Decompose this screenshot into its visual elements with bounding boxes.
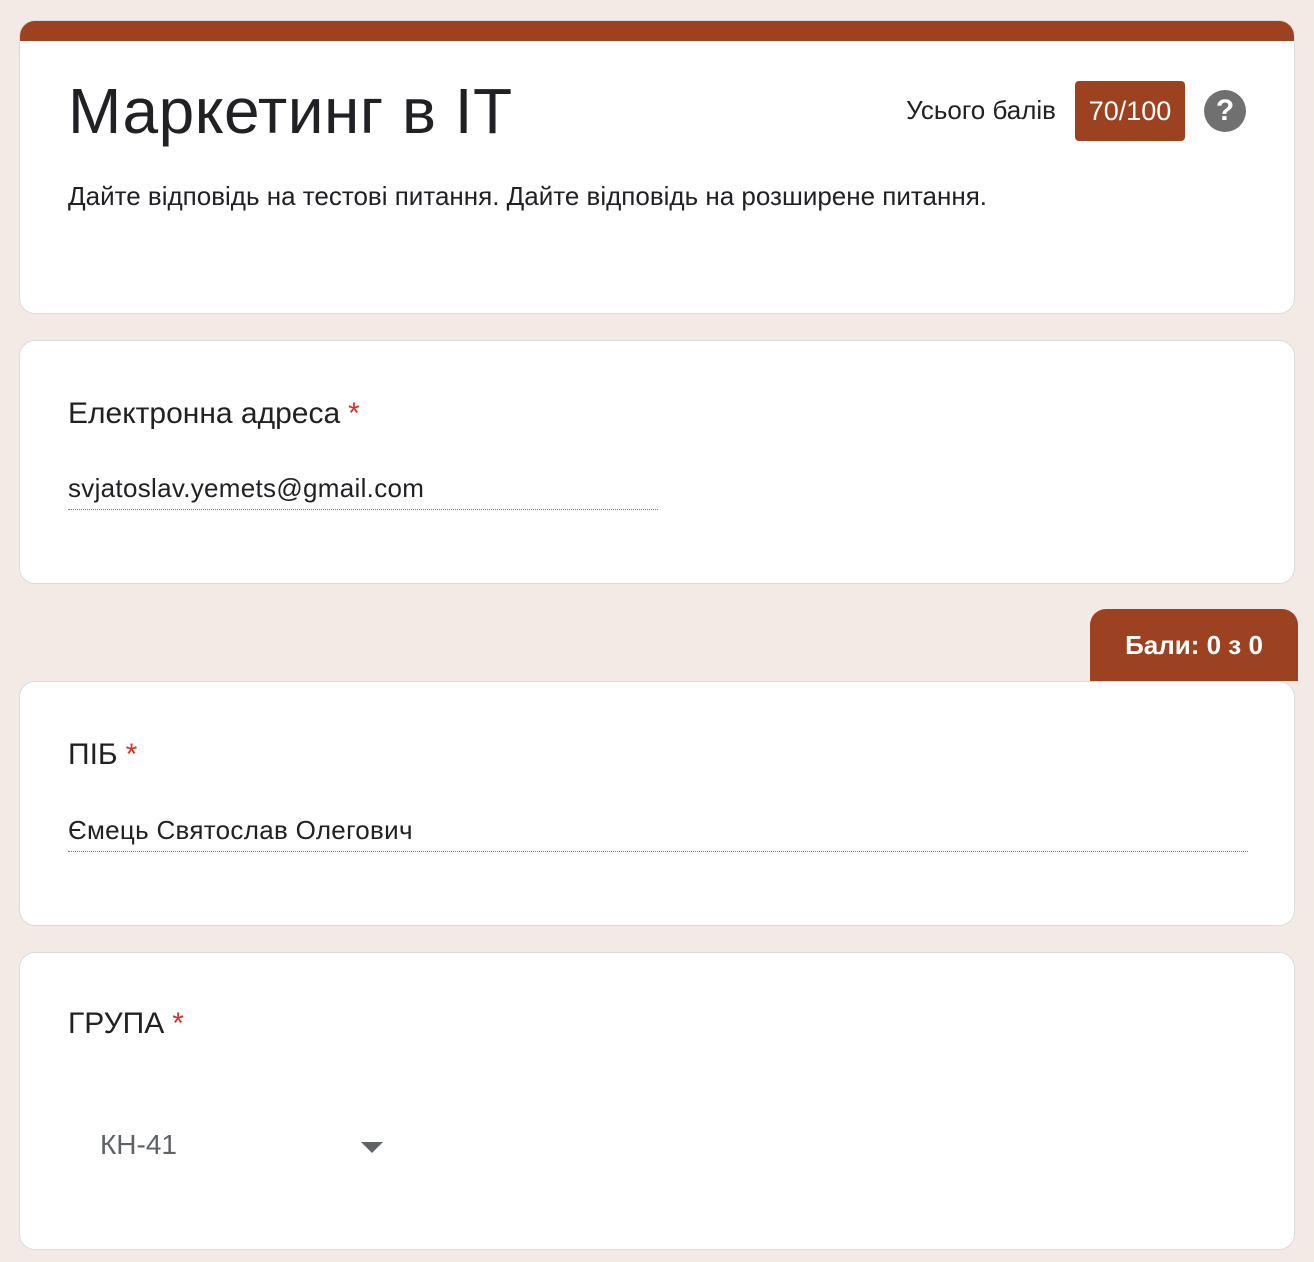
required-asterisk: * (125, 738, 138, 771)
name-question-card: ПІБ * Ємець Святослав Олегович (19, 681, 1295, 926)
name-question-label: ПІБ (68, 738, 118, 771)
header-accent-stripe (20, 21, 1294, 41)
group-selected-value: КН-41 (100, 1129, 177, 1160)
form-title: Маркетинг в IT (68, 75, 513, 147)
email-question-card: Електронна адреса * svjatoslav.yemets@gma… (19, 340, 1295, 584)
email-answer-underline (68, 509, 658, 510)
email-question-title: Електронна адреса * (68, 397, 360, 431)
group-question-card: ГРУПА * КН-41 (19, 952, 1295, 1250)
name-question-title: ПІБ * (68, 738, 137, 772)
help-icon[interactable]: ? (1204, 90, 1246, 132)
name-answer: Ємець Святослав Олегович (68, 815, 413, 845)
required-asterisk: * (348, 397, 360, 430)
group-select-dropdown[interactable]: КН-41 (80, 1113, 400, 1179)
total-score-label: Усього балів (906, 95, 1056, 125)
form-description: Дайте відповідь на тестові питання. Дайт… (68, 181, 988, 211)
form-header-card: Маркетинг в IT Усього балів 70/100 ? Дай… (19, 20, 1295, 314)
points-tab: Бали: 0 з 0 (1090, 609, 1298, 681)
name-answer-underline (68, 851, 1248, 852)
caret-down-icon (361, 1142, 383, 1153)
email-answer: svjatoslav.yemets@gmail.com (68, 473, 425, 503)
email-question-label: Електронна адреса (68, 397, 341, 430)
group-question-label: ГРУПА (68, 1007, 165, 1040)
total-score-badge: 70/100 (1075, 81, 1185, 141)
required-asterisk: * (172, 1007, 184, 1040)
group-question-title: ГРУПА * (68, 1007, 184, 1041)
